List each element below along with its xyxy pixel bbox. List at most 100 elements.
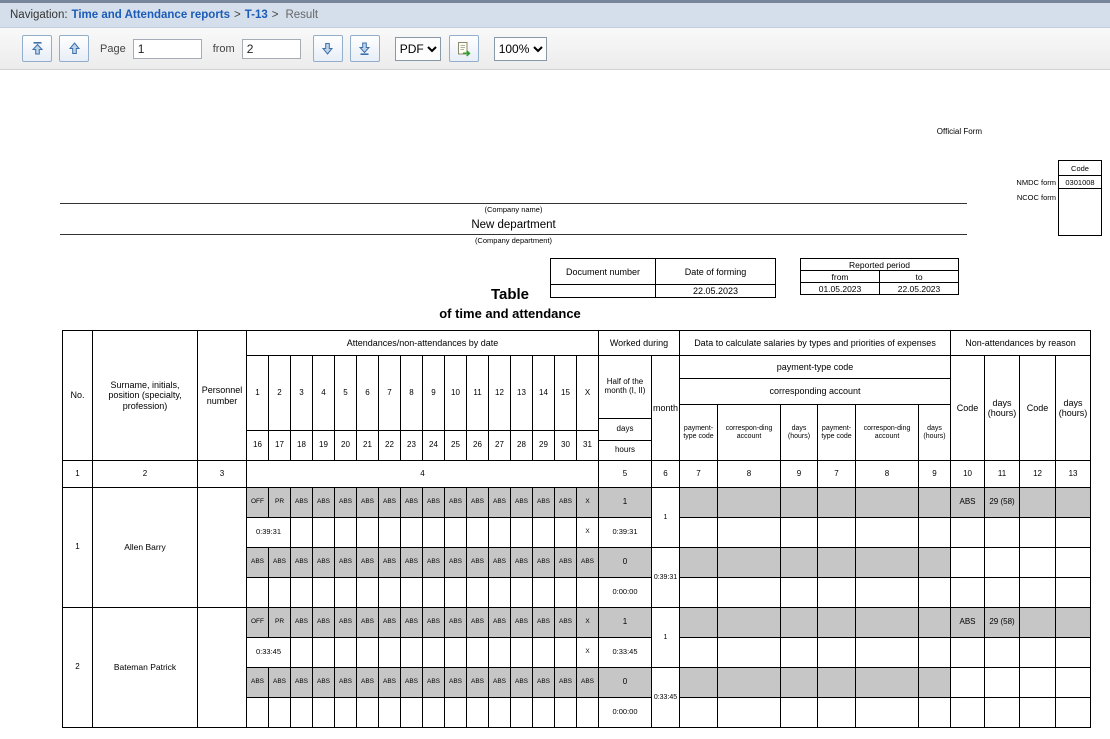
- day-empty-cell: [379, 518, 401, 548]
- half1-hours-cell: 0:33:45: [599, 638, 652, 668]
- half2-days-cell: 0: [599, 548, 652, 578]
- day-empty-cell: [467, 518, 489, 548]
- total-pages-input[interactable]: [242, 39, 301, 59]
- day-code-cell: ABS: [555, 548, 577, 578]
- period-to-value: 22.05.2023: [880, 283, 959, 295]
- nonatt-cell: [951, 698, 985, 728]
- salary-data-cell: [718, 548, 781, 578]
- day-empty-cell: [555, 578, 577, 608]
- day-empty-cell: [291, 638, 313, 668]
- salary-data-cell: [856, 608, 919, 638]
- date-col-header: 29: [533, 431, 555, 461]
- nonatt-cell: [1020, 698, 1056, 728]
- col-header-half-month: Half of the month (I, II): [599, 356, 652, 419]
- company-name-caption: (Company name): [60, 205, 967, 214]
- format-select[interactable]: PDF: [395, 37, 441, 61]
- day-code-cell: ABS: [577, 668, 599, 698]
- salary-data-cell: [781, 518, 818, 548]
- company-department-caption: (Company department): [60, 236, 967, 245]
- date-col-header: 22: [379, 431, 401, 461]
- day-code-cell: ABS: [401, 488, 423, 518]
- day-empty-cell: [555, 698, 577, 728]
- date-col-header: 3: [291, 356, 313, 431]
- day-empty-cell: [379, 638, 401, 668]
- nonatt-cell: [1056, 668, 1091, 698]
- nonatt-cell: [1020, 638, 1056, 668]
- date-col-header: 21: [357, 431, 379, 461]
- day-code-cell: ABS: [511, 548, 533, 578]
- previous-page-button[interactable]: [59, 35, 89, 62]
- nonatt-cell: [951, 548, 985, 578]
- col-header-surname: Surname, initials, position (specialty, …: [93, 331, 198, 461]
- salary-data-cell: [680, 638, 718, 668]
- day-code-cell: X: [577, 608, 599, 638]
- salary-data-cell: [680, 488, 718, 518]
- first-page-button[interactable]: [22, 35, 52, 62]
- date-col-header: 20: [335, 431, 357, 461]
- company-section: (Company name) New department (Company d…: [60, 203, 967, 245]
- zoom-select[interactable]: 100%: [494, 37, 547, 61]
- col-header-no: No.: [63, 331, 93, 461]
- day-empty-cell: [555, 638, 577, 668]
- salary-data-cell: [856, 488, 919, 518]
- salary-data-cell: [919, 578, 951, 608]
- day-empty-cell: [533, 638, 555, 668]
- col-header-attendances: Attendances/non-attendances by date: [247, 331, 599, 356]
- nonatt-cell: [951, 518, 985, 548]
- breadcrumb-link-t13[interactable]: T-13: [245, 9, 268, 21]
- salary-data-cell: [856, 698, 919, 728]
- ncoc-code-value: [1059, 189, 1102, 236]
- day-code-cell: ABS: [291, 608, 313, 638]
- date-col-header: 26: [467, 431, 489, 461]
- nonatt-cell: [1020, 578, 1056, 608]
- col-header-nonattendance: Non-attendances by reason: [951, 331, 1091, 356]
- col-number: 8: [718, 461, 781, 488]
- export-button[interactable]: [449, 35, 479, 62]
- col-header-days-hours-b: days (hours): [919, 405, 951, 461]
- day-empty-cell: [445, 698, 467, 728]
- breadcrumb-label: Navigation:: [10, 9, 68, 21]
- date-col-header: 8: [401, 356, 423, 431]
- day-code-cell: ABS: [489, 488, 511, 518]
- date-col-header: 23: [401, 431, 423, 461]
- salary-data-cell: [718, 668, 781, 698]
- col-number: 10: [951, 461, 985, 488]
- salary-data-cell: [680, 578, 718, 608]
- day-code-cell: ABS: [335, 548, 357, 578]
- day-code-cell: ABS: [445, 608, 467, 638]
- day-code-cell: ABS: [423, 548, 445, 578]
- personnel-number-cell: [198, 488, 247, 608]
- breadcrumb-link-reports[interactable]: Time and Attendance reports: [72, 9, 230, 21]
- period-to-label: to: [880, 271, 959, 283]
- salary-data-cell: [919, 608, 951, 638]
- arrow-down-with-bar-icon: [357, 41, 372, 56]
- day-code-cell: ABS: [379, 608, 401, 638]
- nonatt-cell: [1020, 668, 1056, 698]
- day-empty-cell: [423, 698, 445, 728]
- date-col-header: 4: [313, 356, 335, 431]
- day-code-cell: ABS: [313, 608, 335, 638]
- salary-data-cell: [856, 668, 919, 698]
- day-empty-cell: [291, 578, 313, 608]
- page-input[interactable]: [133, 39, 202, 59]
- salary-data-cell: [680, 668, 718, 698]
- col-header-days-hours-2: days (hours): [1056, 356, 1091, 461]
- day-code-cell: OFF: [247, 608, 269, 638]
- nonatt-cell: [1056, 608, 1091, 638]
- next-page-button[interactable]: [313, 35, 343, 62]
- last-page-button[interactable]: [350, 35, 380, 62]
- day-code-cell: ABS: [357, 548, 379, 578]
- day-empty-cell: [401, 698, 423, 728]
- col-number: 11: [985, 461, 1020, 488]
- breadcrumb-separator: >: [272, 9, 279, 21]
- day-empty-cell: [335, 638, 357, 668]
- row-no: 2: [63, 608, 93, 728]
- day-code-cell: ABS: [467, 488, 489, 518]
- day-code-cell: ABS: [357, 488, 379, 518]
- col-header-month: month: [652, 356, 680, 461]
- salary-data-cell: [680, 608, 718, 638]
- half1-days-cell: 1: [599, 488, 652, 518]
- x-mark-cell: X: [577, 518, 599, 548]
- nonatt-code-cell: ABS: [951, 608, 985, 638]
- day-code-cell: ABS: [555, 668, 577, 698]
